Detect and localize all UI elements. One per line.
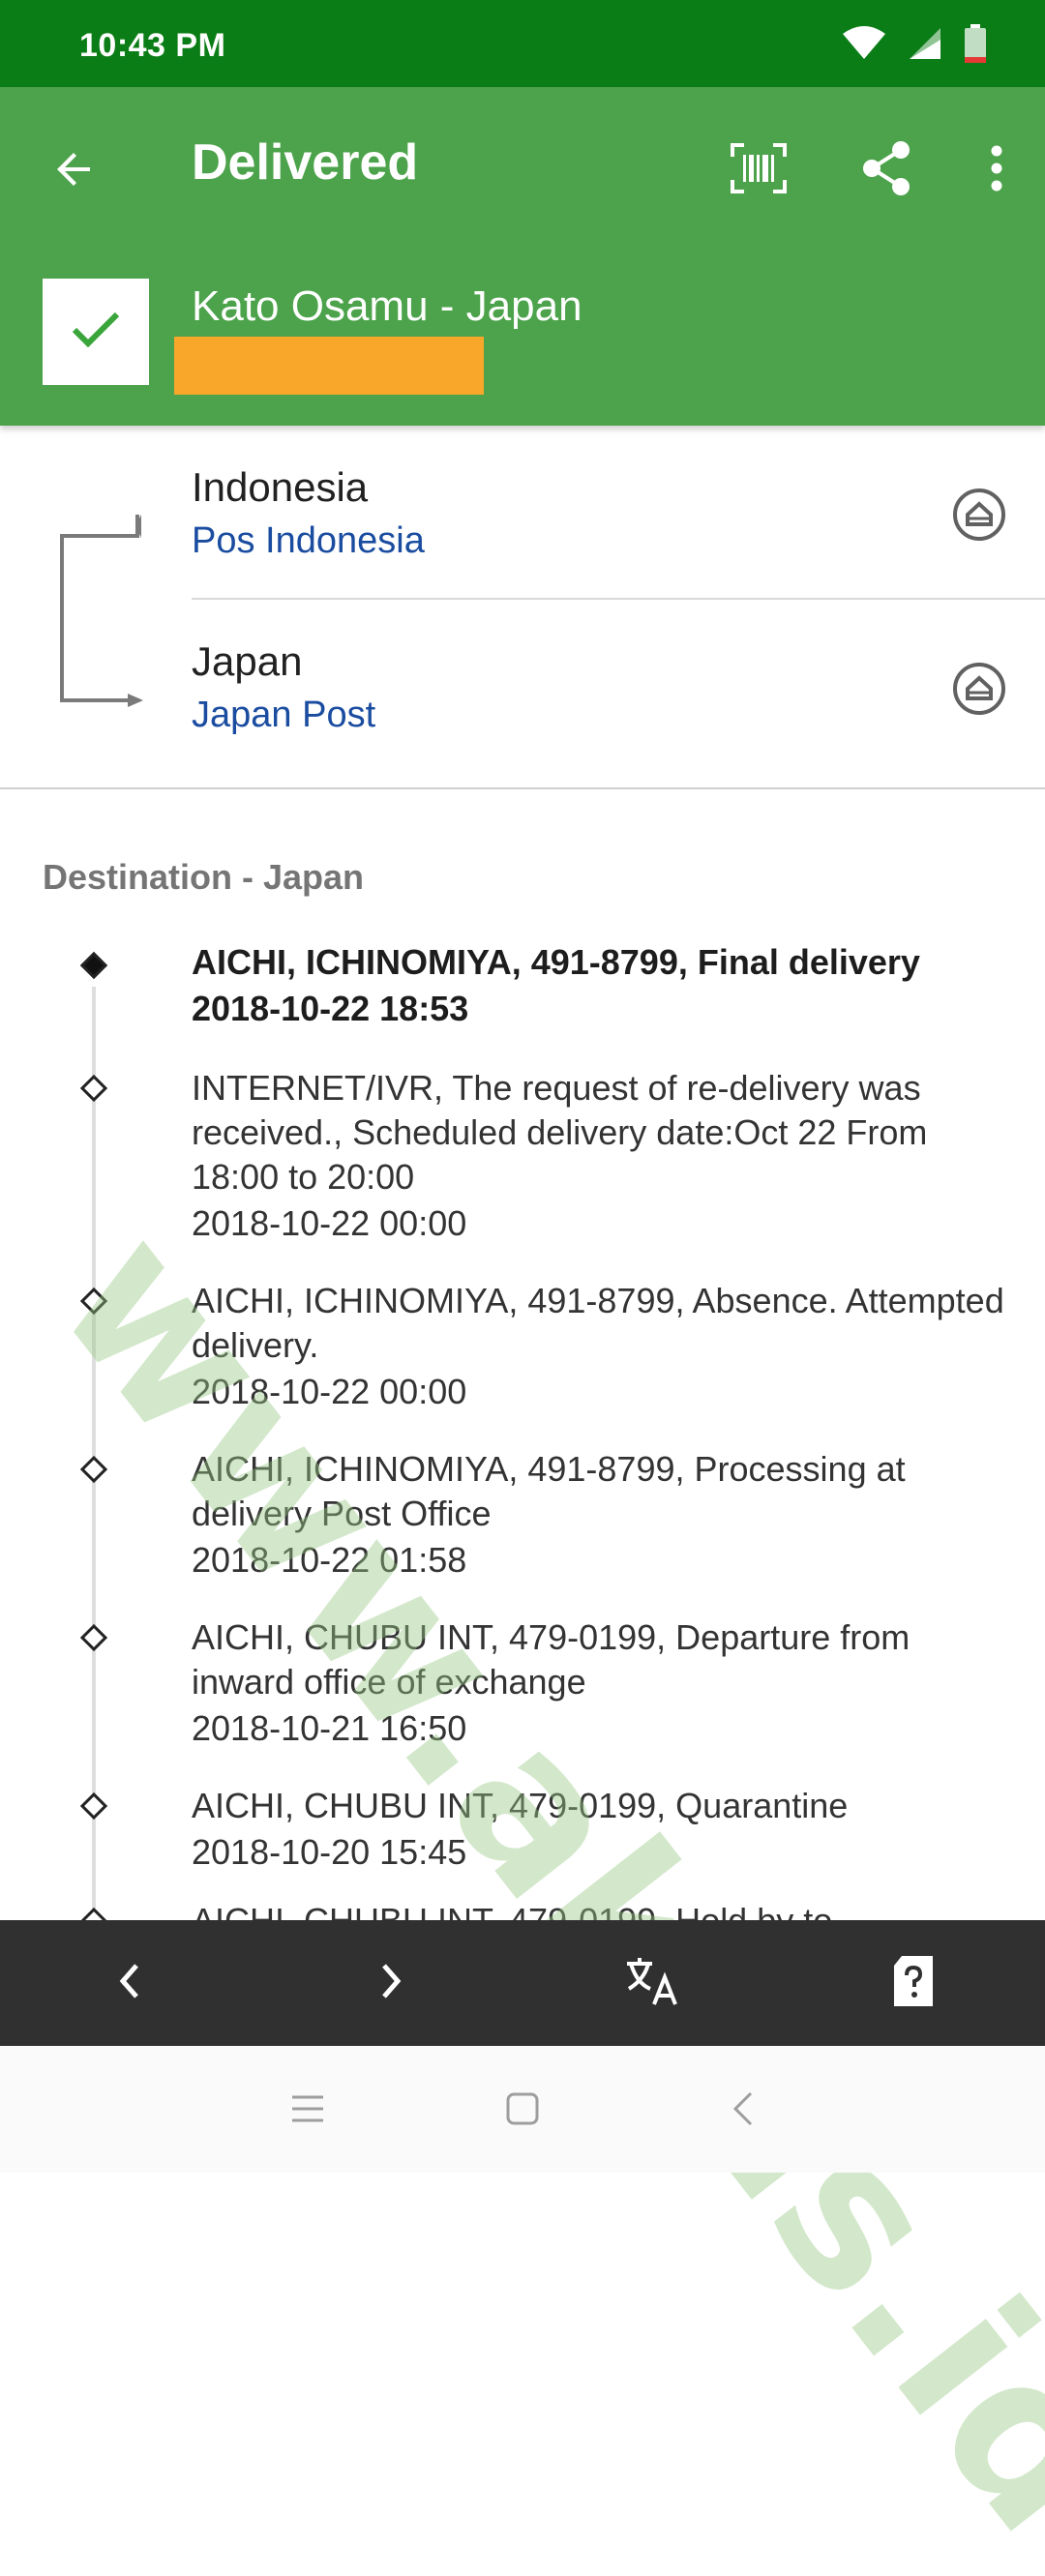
- timeline-line: [92, 987, 96, 1920]
- destination-carrier[interactable]: Japan Post: [192, 695, 375, 736]
- route-destination[interactable]: Japan Japan Post: [192, 600, 1045, 764]
- back-button[interactable]: [39, 135, 110, 207]
- event-time: 2018-10-20 15:45: [192, 1832, 467, 1872]
- event-description: INTERNET/IVR, The request of re-delivery…: [192, 1068, 928, 1197]
- status-time: 10:43 PM: [79, 27, 226, 64]
- more-options-button[interactable]: [968, 133, 1026, 207]
- timeline-marker: [79, 1455, 108, 1484]
- destination-home-button[interactable]: [948, 660, 1010, 722]
- destination-header: Destination - Japan: [43, 857, 365, 897]
- home-outline-icon: [952, 662, 1006, 721]
- timeline-event[interactable]: INTERNET/IVR, The request of re-delivery…: [192, 1066, 1014, 1248]
- square-icon: [506, 2092, 539, 2130]
- event-description: AICHI, ICHINOMIYA, 491-8799, Processing …: [192, 1449, 906, 1533]
- timeline-marker: [79, 1287, 108, 1316]
- previous-button[interactable]: [91, 1944, 168, 2022]
- origin-home-button[interactable]: [948, 486, 1010, 548]
- event-description: AICHI, CHUBU INT, 479-0199, Quarantine: [192, 1786, 849, 1825]
- arrow-left-icon: [51, 146, 98, 197]
- page-title: Delivered: [192, 134, 419, 191]
- timeline-event[interactable]: AICHI, CHUBU INT, 479-0199, Quarantine 2…: [192, 1784, 1014, 1877]
- timeline-event[interactable]: AICHI, CHUBU INT, 479-0199, Departure fr…: [192, 1615, 1014, 1753]
- share-button[interactable]: [850, 133, 923, 207]
- home-outline-icon: [952, 488, 1006, 547]
- package-name: Kato Osamu - Japan: [192, 282, 582, 330]
- chevron-left-icon: [115, 1962, 144, 2005]
- timeline-event[interactable]: AICHI, ICHINOMIYA, 491-8799, Final deliv…: [192, 940, 1014, 1033]
- wifi-icon: [842, 25, 886, 66]
- chevron-right-icon: [376, 1962, 405, 2005]
- recent-apps-button[interactable]: [274, 2077, 342, 2145]
- translate-button[interactable]: [613, 1944, 691, 2022]
- next-button[interactable]: [352, 1944, 430, 2022]
- app-bar: Delivered Kato Osamu - Japan: [0, 87, 1045, 426]
- bottom-toolbar: [0, 1920, 1045, 2046]
- event-description: AICHI, ICHINOMIYA, 491-8799, Absence. At…: [192, 1281, 1004, 1365]
- timeline-marker: [79, 1623, 108, 1652]
- timeline-event[interactable]: AICHI, ICHINOMIYA, 491-8799, Processing …: [192, 1447, 1014, 1584]
- timeline-marker: [79, 1907, 108, 1920]
- timeline-event[interactable]: AICHI, CHUBU INT, 479-0199, Hold by to: [192, 1899, 1014, 1920]
- event-time: 2018-10-22 00:00: [192, 1203, 467, 1243]
- status-icons: [842, 21, 987, 70]
- route-connector: [60, 515, 143, 707]
- event-time: 2018-10-21 16:50: [192, 1708, 467, 1748]
- redacted-tracking-number: [174, 337, 484, 395]
- timeline-marker: [79, 1074, 108, 1103]
- status-bar: 10:43 PM: [0, 0, 1045, 87]
- barcode-button[interactable]: [722, 133, 795, 207]
- section-divider: [0, 787, 1045, 789]
- route-section: Indonesia Pos Indonesia Japan Japan Post: [0, 426, 1045, 789]
- event-description: AICHI, CHUBU INT, 479-0199, Departure fr…: [192, 1617, 911, 1702]
- origin-country: Indonesia: [192, 464, 369, 510]
- more-vert-icon: [990, 144, 1003, 197]
- origin-carrier[interactable]: Pos Indonesia: [192, 520, 425, 562]
- timeline-marker-current: [79, 951, 108, 980]
- battery-icon: [964, 23, 987, 68]
- check-icon: [71, 311, 121, 354]
- help-button[interactable]: [875, 1944, 952, 2022]
- event-time: 2018-10-22 18:53: [192, 989, 469, 1028]
- delivered-status-box: [43, 279, 149, 385]
- event-time: 2018-10-22 01:58: [192, 1540, 467, 1580]
- event-description: AICHI, CHUBU INT, 479-0199, Hold by to: [192, 1899, 1014, 1920]
- chevron-left-icon: [732, 2091, 755, 2131]
- home-button[interactable]: [489, 2077, 556, 2145]
- tracking-timeline: AICHI, ICHINOMIYA, 491-8799, Final deliv…: [0, 929, 1045, 1920]
- signal-icon: [908, 26, 942, 66]
- barcode-scan-icon: [731, 142, 787, 198]
- timeline-marker: [79, 1791, 108, 1821]
- event-description: AICHI, ICHINOMIYA, 491-8799, Final deliv…: [192, 942, 920, 982]
- system-back-button[interactable]: [709, 2077, 777, 2145]
- destination-country: Japan: [192, 638, 303, 684]
- help-card-icon: [890, 1954, 937, 2013]
- menu-lines-icon: [291, 2094, 324, 2128]
- translate-icon: [623, 1954, 681, 2013]
- timeline-event[interactable]: AICHI, ICHINOMIYA, 491-8799, Absence. At…: [192, 1279, 1014, 1416]
- route-origin[interactable]: Indonesia Pos Indonesia: [192, 426, 1045, 590]
- event-time: 2018-10-22 00:00: [192, 1372, 467, 1411]
- share-icon: [860, 140, 912, 201]
- system-nav-bar: [0, 2046, 1045, 2173]
